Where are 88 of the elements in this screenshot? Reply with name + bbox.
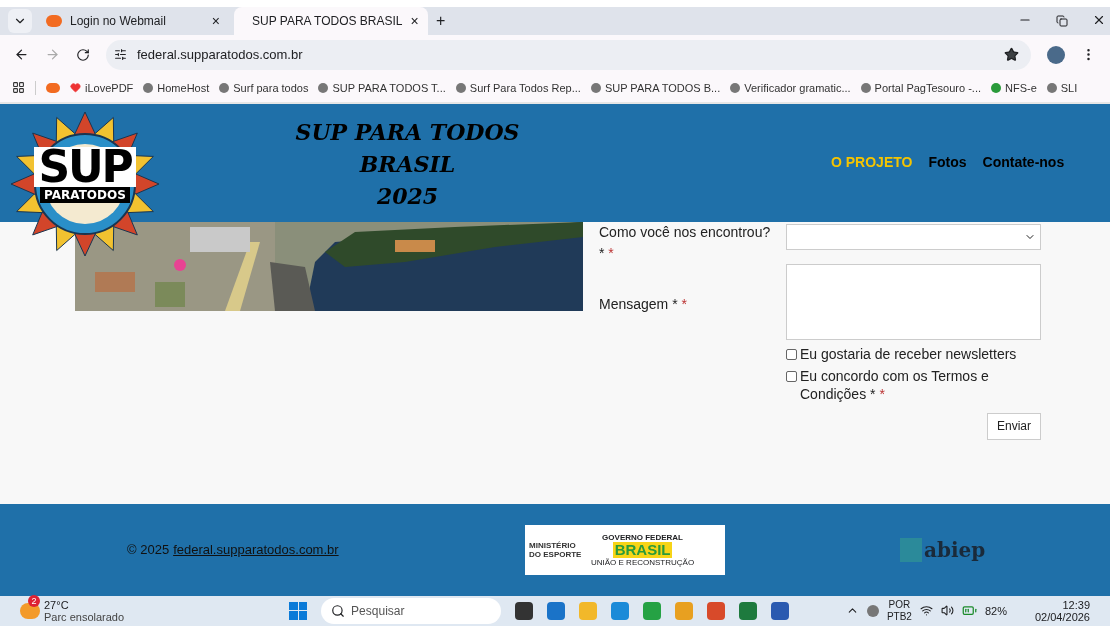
bookmark-label: SLI — [1060, 80, 1078, 96]
close-tab-button[interactable]: × — [211, 13, 220, 28]
checkbox[interactable] — [786, 348, 797, 360]
apps-icon[interactable] — [12, 81, 25, 95]
url-text: federal.supparatodos.com.br — [137, 45, 304, 64]
ministry-text: MINISTÉRIO DO ESPORTE — [529, 540, 583, 559]
weather-text: Parc ensolarado — [44, 610, 125, 623]
bookmark-icon — [590, 82, 601, 93]
message-field[interactable] — [786, 263, 1041, 340]
bookmark-icon — [1046, 82, 1057, 93]
bookmark-label: Surf para todos — [233, 80, 309, 96]
address-bar[interactable]: federal.supparatodos.com.br — [106, 39, 1031, 70]
taskbar-app-icon[interactable] — [739, 601, 758, 620]
bookmark-label: NFS-e — [1005, 80, 1037, 96]
bookmark-label: HomeHost — [157, 80, 210, 96]
site-settings-icon — [114, 48, 127, 61]
abiep-logo-text: abiep — [924, 536, 986, 564]
close-tab-button[interactable]: × — [410, 13, 419, 28]
tab-title: SUP PARA TODOS BRASIL — [252, 12, 403, 30]
reload-icon[interactable] — [76, 47, 90, 62]
checkbox-label: Eu gostaria de receber newsletters — [800, 344, 1017, 363]
taskbar-app-icon[interactable] — [515, 601, 534, 620]
bookmark-label: Portal PagTesouro -... — [874, 80, 981, 96]
bookmark[interactable]: Portal PagTesouro -... — [860, 79, 981, 97]
bookmark-icon — [455, 82, 466, 93]
language-text[interactable]: POR — [888, 598, 911, 611]
brasil-wordmark: BRASIL — [612, 541, 673, 558]
volume-icon — [940, 604, 954, 618]
bookmark-label: SUP PARA TODOS B... — [604, 80, 721, 96]
checkbox-label: Eu concordo com os Termos e Condições * * — [800, 366, 990, 403]
checkbox[interactable] — [786, 370, 797, 382]
back-icon[interactable] — [14, 47, 29, 62]
bookmark-icon — [318, 82, 329, 93]
copyright-text: © 2025 — [127, 540, 170, 559]
search-icon — [331, 603, 346, 618]
heart-icon — [70, 82, 81, 94]
new-tab-button[interactable]: + — [436, 12, 446, 29]
bookmark[interactable]: iLovePDF — [70, 79, 134, 97]
keyboard-layout-text[interactable]: PTB2 — [886, 610, 912, 623]
abiep-mark-icon — [900, 537, 922, 562]
site-title: BRASIL — [359, 149, 456, 179]
nav-link[interactable]: Contate-nos — [982, 152, 1065, 174]
bookmark[interactable]: Surf Para Todos Rep... — [455, 79, 581, 97]
motto-text: UNIÃO E RECONSTRUÇÃO — [591, 557, 695, 567]
tab-title: Login no Webmail — [70, 12, 167, 30]
bookmark[interactable]: Verificador gramatic... — [730, 79, 851, 97]
bookmark[interactable]: SLI — [1046, 79, 1078, 97]
bookmark[interactable]: NFS-e — [991, 79, 1037, 97]
search-placeholder: Pesquisar — [351, 602, 405, 620]
field-label: Como você nos encontrou? * * — [599, 222, 772, 263]
bookmark[interactable]: Surf para todos — [219, 79, 309, 97]
bookmark-icon — [860, 82, 871, 93]
clock-date[interactable]: 02/04/2026 — [1034, 610, 1090, 623]
bookmark-label: SUP PARA TODOS T... — [332, 80, 446, 96]
submit-button[interactable]: Enviar — [987, 412, 1041, 440]
windows-start-icon[interactable] — [289, 601, 308, 620]
profile-avatar[interactable] — [1047, 45, 1065, 64]
bookmark-icon — [730, 82, 741, 93]
bookmark-star-icon — [1004, 47, 1019, 62]
bookmark-icon — [143, 82, 154, 93]
site-title: 2025 — [376, 181, 439, 211]
browser-tab[interactable]: Login no Webmail × — [36, 6, 230, 35]
bookmark-label: iLovePDF — [85, 80, 134, 96]
bookmark[interactable]: SUP PARA TODOS B... — [590, 79, 721, 97]
browser-tab[interactable]: SUP PARA TODOS BRASIL × — [234, 6, 428, 35]
bookmark-label: Surf Para Todos Rep... — [469, 80, 581, 96]
bookmark[interactable]: SUP PARA TODOS T... — [318, 79, 446, 97]
government-text: GOVERNO FEDERAL — [602, 532, 683, 542]
bookmark-icon — [991, 82, 1001, 93]
bookmark-icon — [219, 82, 230, 93]
bookmark[interactable]: HomeHost — [143, 79, 210, 97]
taskbar-app-icon[interactable] — [771, 601, 790, 620]
temperature-text: 27°C — [44, 598, 70, 611]
logo[interactable]: SUP PARATODOS — [8, 108, 162, 259]
tab-list-button[interactable] — [8, 8, 32, 33]
footer-link[interactable]: federal.supparatodos.com.br — [173, 539, 339, 560]
battery-text: 82% — [984, 603, 1007, 619]
field-label: Mensagem * * — [599, 294, 688, 314]
bookmark-label: Verificador gramatic... — [744, 80, 851, 96]
wifi-icon — [919, 604, 933, 618]
nav-link[interactable]: Fotos — [928, 152, 967, 174]
weather-icon — [20, 602, 40, 619]
logo-text: SUP — [34, 146, 136, 187]
taskbar-search[interactable]: Pesquisar — [321, 597, 502, 624]
select-field[interactable] — [786, 223, 1041, 250]
clock-time[interactable]: 12:39 — [1062, 598, 1090, 611]
site-title: SUP PARA TODOS — [295, 117, 520, 147]
restore-icon[interactable] — [1056, 14, 1068, 27]
